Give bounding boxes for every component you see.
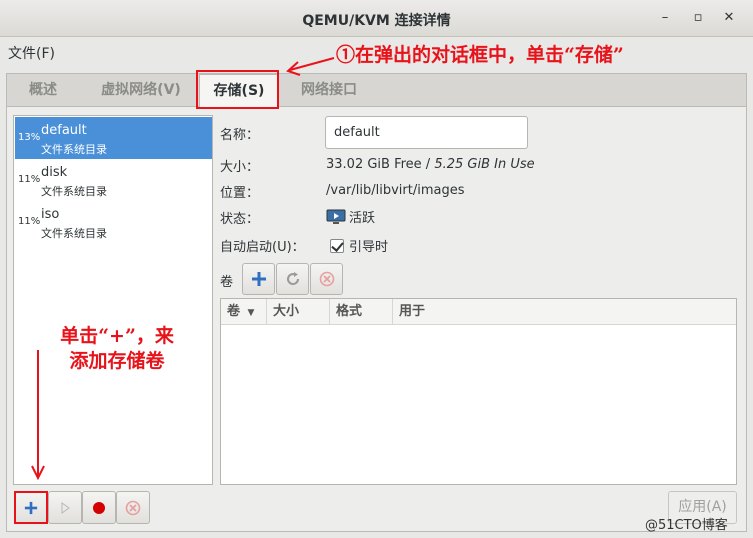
annotation-left-line1: 单击“+”，来 <box>60 325 174 347</box>
checkbox-checked-icon[interactable] <box>330 239 344 253</box>
annotation-left-line2: 添加存储卷 <box>69 350 165 372</box>
play-icon <box>61 502 70 514</box>
column-volume-label: 卷 <box>227 304 241 319</box>
location-label: 位置： <box>220 186 260 201</box>
size-separator: / <box>421 157 435 172</box>
size-label: 大小： <box>220 160 260 175</box>
pool-item[interactable]: 11% iso 文件系统目录 <box>15 201 212 243</box>
pool-type: 文件系统目录 <box>41 143 107 156</box>
column-size[interactable]: 大小 <box>267 299 330 325</box>
annotation-arrow-left <box>31 350 45 480</box>
delete-icon <box>319 271 334 287</box>
pool-usage: 13% <box>18 132 41 143</box>
pool-item[interactable]: 11% disk 文件系统目录 <box>15 159 212 201</box>
add-pool-highlight <box>14 491 48 524</box>
pool-name: iso <box>41 207 60 222</box>
close-button[interactable]: ✕ <box>719 8 739 28</box>
pool-usage: 11% <box>18 216 41 227</box>
window-title: QEMU/KVM 连接详情 <box>302 13 451 29</box>
sort-down-icon: ▼ <box>247 308 255 318</box>
storage-tab-highlight <box>196 70 279 109</box>
menu-file[interactable]: 文件(F) <box>8 43 55 63</box>
size-free: 33.02 GiB Free <box>326 157 422 172</box>
maximize-button[interactable]: ▫ <box>688 8 708 28</box>
stop-pool-button[interactable] <box>82 491 116 524</box>
annotation-arrow-top <box>286 57 335 76</box>
volume-table-header: 卷 ▼ 大小 格式 用于 <box>221 299 736 325</box>
volume-table[interactable]: 卷 ▼ 大小 格式 用于 <box>220 298 737 485</box>
column-used-by[interactable]: 用于 <box>393 299 736 325</box>
pool-name: disk <box>41 165 68 180</box>
state-label: 状态： <box>220 212 260 227</box>
autostart-checkbox[interactable]: 引导时 <box>330 236 388 255</box>
refresh-volume-button[interactable] <box>276 263 309 295</box>
pool-type: 文件系统目录 <box>41 227 107 240</box>
plus-icon <box>251 272 266 286</box>
pool-type: 文件系统目录 <box>41 185 107 198</box>
annotation-left: 单击“+”，来 添加存储卷 <box>36 324 198 374</box>
delete-icon <box>125 500 141 516</box>
tab-bar: 概述 虚拟网络(V) 存储(S) 网络接口 <box>7 74 746 108</box>
annotation-top: ①在弹出的对话框中，单击“存储” <box>336 44 624 66</box>
start-pool-button[interactable] <box>48 491 82 524</box>
name-label: 名称： <box>220 128 260 143</box>
title-bar: QEMU/KVM 连接详情 – ▫ ✕ <box>0 0 753 37</box>
tab-network-interfaces[interactable]: 网络接口 <box>287 74 371 107</box>
delete-pool-button[interactable] <box>116 491 150 524</box>
autostart-label: 自动启动(U)： <box>220 240 305 255</box>
state-value: 活跃 <box>349 211 376 226</box>
location-value: /var/lib/libvirt/images <box>326 183 465 198</box>
stop-icon <box>93 502 105 514</box>
tab-virtual-networks[interactable]: 虚拟网络(V) <box>85 74 197 107</box>
size-value: 33.02 GiB Free / 5.25 GiB In Use <box>326 157 535 172</box>
pool-usage: 11% <box>18 174 41 185</box>
watermark: @51CTO博客 <box>645 518 728 533</box>
column-format[interactable]: 格式 <box>330 299 393 325</box>
autostart-value: 引导时 <box>349 240 389 255</box>
tab-overview[interactable]: 概述 <box>13 74 73 107</box>
refresh-icon <box>286 272 299 286</box>
pool-name: default <box>41 123 87 138</box>
name-field[interactable]: default <box>325 116 528 149</box>
monitor-icon <box>326 209 346 224</box>
delete-volume-button[interactable] <box>310 263 343 295</box>
size-used: 5.25 GiB In Use <box>434 157 535 172</box>
volumes-label: 卷 <box>220 275 234 290</box>
minimize-button[interactable]: – <box>655 8 675 28</box>
add-volume-button[interactable] <box>242 263 275 295</box>
state-value-wrap: 活跃 <box>326 207 375 226</box>
pool-item[interactable]: 13% default 文件系统目录 <box>15 117 212 159</box>
column-volume[interactable]: 卷 ▼ <box>221 299 267 325</box>
